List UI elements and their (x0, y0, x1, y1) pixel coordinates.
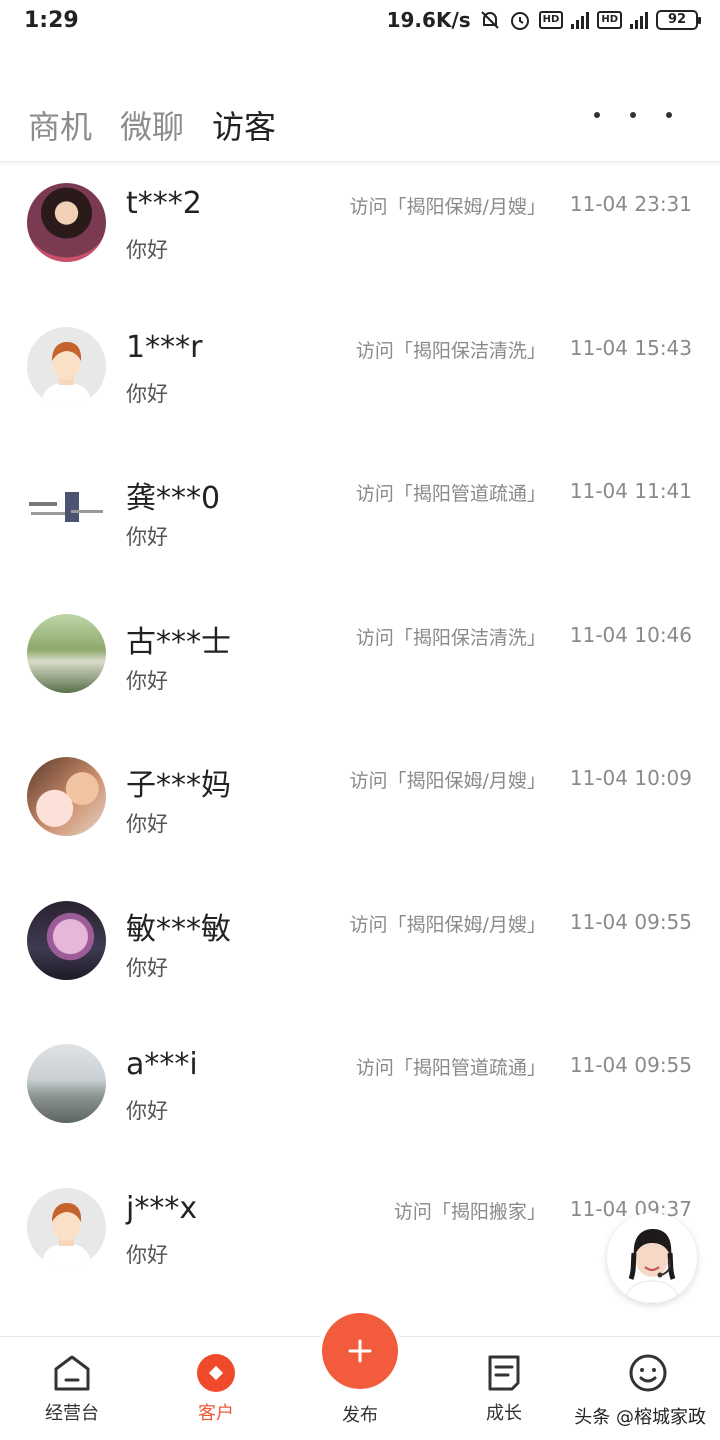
visitor-name: 子***妈 (126, 768, 231, 803)
nav-item-growth[interactable]: 成长 (432, 1337, 576, 1440)
visitor-message: 你好 (126, 1242, 168, 1267)
visitor-name: 1***r (126, 329, 203, 365)
list-item[interactable]: 敏***敏 你好 访问「揭阳保姆/月嫂」 11-04 09:55 (0, 880, 720, 1024)
customer-icon (197, 1354, 235, 1392)
nav-label: 成长 (486, 1403, 522, 1424)
visit-meta: 访问「揭阳保洁清洗」 11-04 15:43 (356, 336, 692, 363)
visit-source: 访问「揭阳保洁清洗」 (355, 626, 546, 649)
list-item[interactable]: t***2 你好 访问「揭阳保姆/月嫂」 11-04 23:31 (0, 162, 720, 306)
visit-meta: 访问「揭阳保姆/月嫂」 11-04 23:31 (349, 192, 692, 219)
mute-bell-icon (480, 11, 499, 29)
visit-source: 访问「揭阳管道疏通」 (355, 1057, 546, 1079)
visit-source: 访问「揭阳保姆/月嫂」 (349, 913, 546, 936)
document-icon (488, 1355, 520, 1391)
avatar (27, 757, 106, 836)
signal-icon (571, 11, 590, 29)
visitor-name: 龚***0 (126, 481, 221, 516)
visitor-name: 古***士 (126, 624, 231, 660)
visitor-name: 敏***敏 (126, 911, 231, 947)
visit-meta: 访问「揭阳保姆/月嫂」 11-04 10:09 (349, 766, 692, 793)
tab-opportunities[interactable]: 商机 (28, 102, 92, 148)
list-item[interactable]: 古***士 你好 访问「揭阳保洁清洗」 11-04 10:46 (0, 593, 720, 737)
visit-meta: 访问「揭阳管道疏通」 11-04 09:55 (356, 1053, 692, 1080)
avatar (27, 613, 106, 693)
bottom-nav: 经营台 客户 发布 成长 我的 头条 @榕城家政 (0, 1313, 720, 1440)
publish-button[interactable] (322, 1313, 398, 1389)
visitor-message: 你好 (126, 381, 168, 406)
visit-source: 访问「揭阳保姆/月嫂」 (349, 196, 546, 218)
home-icon (54, 1355, 90, 1391)
visit-meta: 访问「揭阳管道疏通」 11-04 11:41 (356, 479, 692, 506)
hd-badge: HD (538, 11, 564, 29)
visitor-list: t***2 你好 访问「揭阳保姆/月嫂」 11-04 23:31 1***r 你… (0, 162, 720, 1310)
visitor-name: j***x (126, 1190, 198, 1226)
avatar (27, 900, 106, 980)
list-item[interactable]: 子***妈 你好 访问「揭阳保姆/月嫂」 11-04 10:09 (0, 736, 720, 880)
plus-icon (348, 1339, 372, 1363)
visitor-message: 你好 (126, 668, 168, 693)
list-item[interactable]: a***i 你好 访问「揭阳管道疏通」 11-04 09:55 (0, 1023, 720, 1167)
visit-meta: 访问「揭阳保洁清洗」 11-04 10:46 (356, 623, 692, 650)
visit-source: 访问「揭阳搬家」 (393, 1200, 546, 1223)
avatar (27, 183, 106, 262)
header: 商机 微聊 访客 (0, 90, 720, 162)
visit-source: 访问「揭阳保姆/月嫂」 (349, 770, 546, 792)
visit-time: 11-04 10:09 (569, 766, 692, 790)
visit-meta: 访问「揭阳保姆/月嫂」 11-04 09:55 (349, 910, 692, 937)
tab-micro-chat[interactable]: 微聊 (120, 102, 184, 148)
visit-source: 访问「揭阳管道疏通」 (355, 483, 546, 505)
tab-bar: 商机 微聊 访客 (28, 102, 276, 148)
visit-source: 访问「揭阳保洁清洗」 (355, 339, 546, 362)
avatar (27, 470, 106, 549)
status-time: 1:29 (24, 8, 79, 33)
visitor-message: 你好 (126, 1099, 168, 1123)
default-avatar (27, 1187, 106, 1267)
visit-time: 11-04 15:43 (569, 335, 692, 360)
alarm-icon (510, 12, 529, 30)
list-item[interactable]: 1***r 你好 访问「揭阳保洁清洗」 11-04 15:43 (0, 306, 720, 450)
visit-time: 11-04 09:55 (569, 909, 692, 934)
visitor-message: 你好 (126, 238, 168, 262)
visit-time: 11-04 11:41 (569, 479, 692, 503)
visit-time: 11-04 09:55 (569, 1053, 692, 1077)
status-icons: 19.6K/s HD HD 92 (386, 8, 701, 32)
smile-icon (629, 1354, 667, 1392)
battery-icon: 92 (656, 10, 701, 30)
visitor-message: 你好 (126, 525, 168, 549)
default-avatar (27, 326, 106, 406)
visitor-message: 你好 (126, 812, 168, 836)
visitor-name: t***2 (126, 186, 202, 221)
list-item[interactable]: 龚***0 你好 访问「揭阳管道疏通」 11-04 11:41 (0, 449, 720, 593)
status-bar: 1:29 19.6K/s HD HD 92 (0, 0, 720, 44)
visit-time: 11-04 10:46 (569, 622, 692, 647)
visit-time: 11-04 23:31 (569, 192, 692, 216)
visitor-message: 你好 (126, 955, 168, 980)
avatar (27, 1044, 106, 1123)
network-speed: 19.6K/s (386, 8, 471, 32)
customer-service-avatar-button[interactable] (607, 1213, 697, 1303)
watermark: 头条 @榕城家政 (574, 1407, 706, 1428)
visitor-name: a***i (126, 1047, 198, 1082)
hd-badge-2: HD (597, 11, 622, 29)
signal-icon-2 (630, 11, 648, 29)
more-menu-icon[interactable] (594, 112, 672, 118)
tab-visitors[interactable]: 访客 (212, 102, 276, 148)
